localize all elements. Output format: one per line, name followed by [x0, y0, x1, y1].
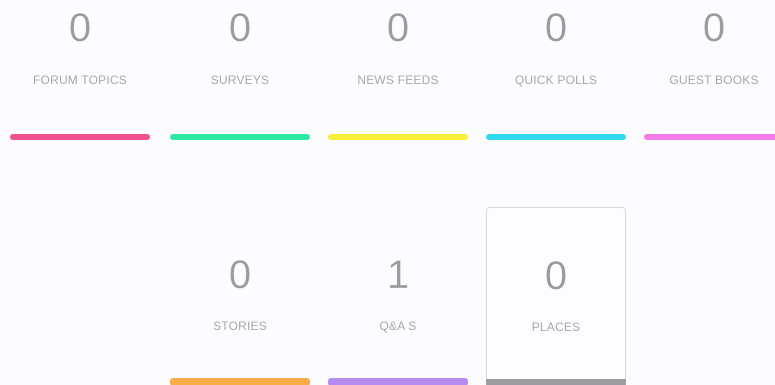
color-bar: [486, 379, 626, 385]
tile-count: 0: [68, 6, 92, 50]
tile-surveys[interactable]: 0 SURVEYS: [170, 0, 310, 142]
tile-count: 0: [386, 6, 410, 50]
tile-count: 0: [702, 6, 726, 50]
tile-count: 1: [386, 253, 410, 297]
tile-places[interactable]: 0 PLACES: [486, 207, 626, 385]
tile-stories[interactable]: 0 STORIES: [170, 207, 310, 385]
tile-count: 0: [544, 254, 568, 298]
tile-label: PLACES: [531, 320, 581, 334]
color-bar: [328, 134, 468, 140]
color-bar: [486, 134, 626, 140]
tile-forum-topics[interactable]: 0 FORUM TOPICS: [10, 0, 150, 142]
color-bar: [10, 134, 150, 140]
tile-label: Q&A S: [379, 319, 417, 333]
tile-label: NEWS FEEDS: [357, 73, 439, 87]
tile-guest-books[interactable]: 0 GUEST BOOKS: [644, 0, 775, 142]
tile-label: QUICK POLLS: [514, 73, 598, 87]
color-bar: [170, 134, 310, 140]
tile-label: GUEST BOOKS: [669, 73, 759, 87]
content-stats-grid: 0 FORUM TOPICS 0 SURVEYS 0 NEWS FEEDS 0 …: [0, 0, 775, 385]
tile-count: 0: [544, 6, 568, 50]
tile-count: 0: [228, 253, 252, 297]
color-bar: [328, 378, 468, 385]
tile-qa[interactable]: 1 Q&A S: [328, 207, 468, 385]
tile-count: 0: [228, 6, 252, 50]
tile-label: FORUM TOPICS: [33, 73, 127, 87]
tile-news-feeds[interactable]: 0 NEWS FEEDS: [328, 0, 468, 142]
tile-label: SURVEYS: [210, 73, 270, 87]
color-bar: [644, 134, 775, 140]
tile-quick-polls[interactable]: 0 QUICK POLLS: [486, 0, 626, 142]
tile-label: STORIES: [213, 319, 267, 333]
color-bar: [170, 378, 310, 385]
